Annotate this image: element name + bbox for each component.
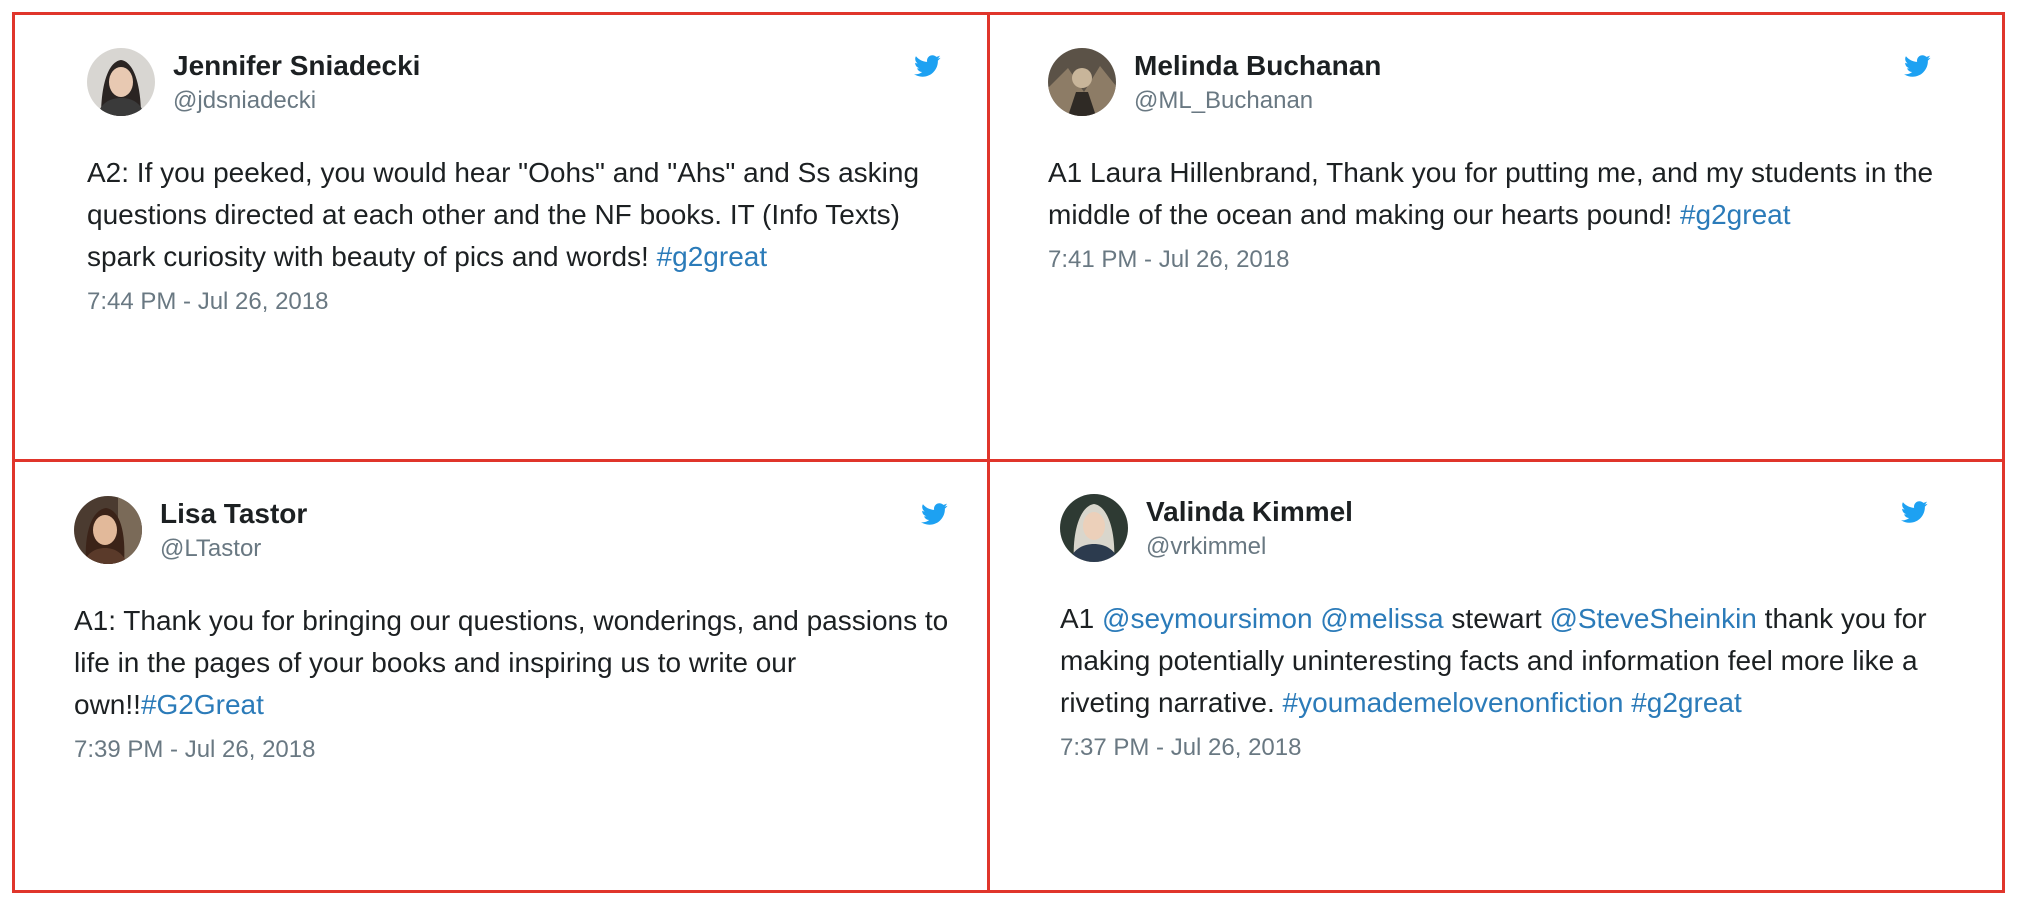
twitter-bird-icon[interactable] xyxy=(1897,498,1931,526)
tweet-text: A1: Thank you for bringing our questions… xyxy=(74,600,954,726)
author-name[interactable]: Melinda Buchanan xyxy=(1134,50,1381,82)
grid-divider-vertical xyxy=(987,12,990,893)
hashtag-link[interactable]: #g2great xyxy=(657,241,768,272)
mention-link[interactable]: @SteveSheinkin xyxy=(1549,603,1756,634)
author-name[interactable]: Valinda Kimmel xyxy=(1146,496,1353,528)
mention-link[interactable]: @melissa xyxy=(1320,603,1443,634)
tweet-text-segment: A2: If you peeked, you would hear "Oohs"… xyxy=(87,157,920,272)
author-handle[interactable]: @jdsniadecki xyxy=(173,87,316,115)
tweet-text: A1 Laura Hillenbrand, Thank you for putt… xyxy=(1048,152,1958,236)
author-name[interactable]: Lisa Tastor xyxy=(160,498,307,530)
tweet-header: Lisa Tastor @LTastor xyxy=(74,496,954,568)
tweet-header: Jennifer Sniadecki @jdsniadecki xyxy=(87,48,947,120)
avatar[interactable] xyxy=(1048,48,1116,116)
twitter-bird-icon[interactable] xyxy=(1900,52,1934,80)
avatar[interactable] xyxy=(74,496,142,564)
tweet-card: Jennifer Sniadecki @jdsniadecki A2: If y… xyxy=(87,48,947,316)
tweet-timestamp[interactable]: 7:37 PM - Jul 26, 2018 xyxy=(1060,734,1950,762)
avatar[interactable] xyxy=(1060,494,1128,562)
hashtag-link[interactable]: #G2Great xyxy=(141,689,264,720)
twitter-bird-icon[interactable] xyxy=(917,500,951,528)
author-name[interactable]: Jennifer Sniadecki xyxy=(173,50,420,82)
tweet-timestamp[interactable]: 7:39 PM - Jul 26, 2018 xyxy=(74,736,954,764)
tweet-text-segment: A1 xyxy=(1060,603,1103,634)
tweet-header: Melinda Buchanan @ML_Buchanan xyxy=(1048,48,1958,120)
mention-link[interactable]: @seymoursimon xyxy=(1102,603,1312,634)
grid-divider-horizontal xyxy=(12,459,2005,462)
author-handle[interactable]: @vrkimmel xyxy=(1146,533,1266,561)
avatar[interactable] xyxy=(87,48,155,116)
tweet-card: Melinda Buchanan @ML_Buchanan A1 Laura H… xyxy=(1048,48,1958,274)
author-handle[interactable]: @LTastor xyxy=(160,535,261,563)
tweet-card: Valinda Kimmel @vrkimmel A1 @seymoursimo… xyxy=(1060,494,1950,762)
tweet-text: A2: If you peeked, you would hear "Oohs"… xyxy=(87,152,947,278)
author-handle[interactable]: @ML_Buchanan xyxy=(1134,87,1313,115)
tweet-text-segment: A1 Laura Hillenbrand, Thank you for putt… xyxy=(1048,157,1934,230)
tweet-header: Valinda Kimmel @vrkimmel xyxy=(1060,494,1950,566)
tweet-text: A1 @seymoursimon @melissa stewart @Steve… xyxy=(1060,598,1950,724)
tweet-timestamp[interactable]: 7:44 PM - Jul 26, 2018 xyxy=(87,288,947,316)
tweet-timestamp[interactable]: 7:41 PM - Jul 26, 2018 xyxy=(1048,246,1958,274)
hashtag-link[interactable]: #g2great xyxy=(1680,199,1791,230)
tweet-text-segment: stewart xyxy=(1443,603,1550,634)
hashtag-link[interactable]: #g2great xyxy=(1631,687,1742,718)
twitter-bird-icon[interactable] xyxy=(910,52,944,80)
tweet-card: Lisa Tastor @LTastor A1: Thank you for b… xyxy=(74,496,954,764)
hashtag-link[interactable]: #youmademelovenonfiction xyxy=(1283,687,1624,718)
